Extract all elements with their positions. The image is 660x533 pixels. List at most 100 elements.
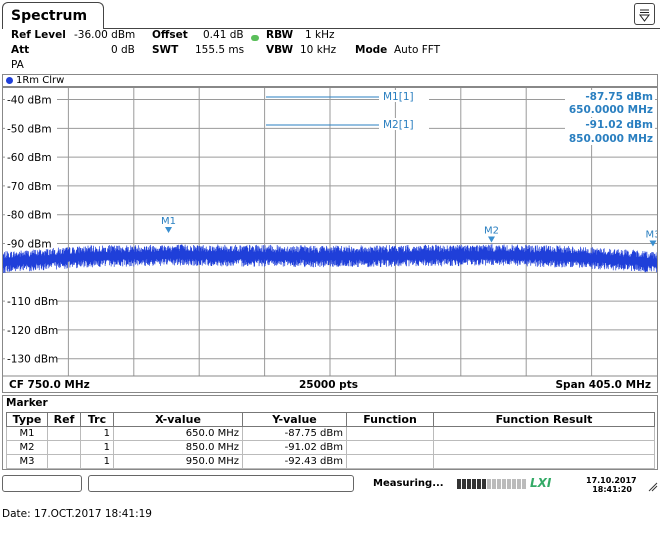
marker-table-cell — [346, 454, 434, 469]
marker-table-header: Type Ref Trc X-value Y-value Function Fu… — [6, 412, 655, 427]
marker-flag-label: M1 — [161, 216, 176, 227]
marker-table-cell: 1 — [80, 440, 114, 455]
y-tick-label: -120 dBm — [7, 325, 58, 337]
progress-segment — [497, 479, 501, 489]
progress-segment — [482, 479, 486, 489]
marker-triangle-icon — [165, 227, 173, 234]
col-type: Type — [6, 412, 48, 427]
tab-bar: Spectrum — [0, 0, 660, 29]
marker-table-cell: M1 — [6, 426, 48, 441]
y-tick-label: -60 dBm — [7, 152, 52, 164]
y-tick-label: -80 dBm — [7, 210, 52, 222]
status-led-icon — [251, 35, 259, 41]
y-tick-label: -130 dBm — [7, 354, 58, 366]
spectrum-plot[interactable]: -40 dBm -50 dBm -60 dBm -70 dBm -80 dBm -90 d… — [2, 88, 660, 392]
center-frequency-label: CF 750.0 MHz — [9, 379, 90, 391]
measurement-progress — [457, 479, 526, 489]
marker-table-cell — [433, 426, 655, 441]
marker-table-row[interactable]: M1 1 650.0 MHz -87.75 dBm — [6, 426, 655, 441]
mode-value: Auto FFT — [394, 44, 441, 56]
plot-grid — [3, 88, 657, 376]
spectrum-analyzer-screen: Spectrum Ref Level -36.00 dBm Offset 0.4… — [0, 0, 660, 496]
rbw-label: RBW — [266, 29, 294, 41]
marker-readout-frequency: 850.0000 MHz — [569, 133, 653, 145]
sweep-points-label: 25000 pts — [299, 379, 358, 391]
tab-spectrum-label: Spectrum — [11, 8, 88, 24]
progress-segment — [487, 479, 491, 489]
progress-segment — [512, 479, 516, 489]
spectrum-plot-frame: -40 dBm -50 dBm -60 dBm -70 dBm -80 dBm -90 d… — [2, 87, 660, 393]
marker-table-row[interactable]: M3 1 950.0 MHz -92.43 dBm — [6, 454, 655, 469]
col-y-value: Y-value — [242, 412, 347, 427]
span-label: Span 405.0 MHz — [555, 379, 651, 391]
ref-level-label: Ref Level — [11, 29, 66, 41]
capture-date-text: Date: 17.OCT.2017 18:41:19 — [2, 508, 152, 520]
vbw-label: VBW — [266, 44, 294, 56]
marker-table-cell — [47, 440, 81, 455]
col-x-value: X-value — [113, 412, 243, 427]
marker-table-cell — [47, 426, 81, 441]
progress-segment — [457, 479, 461, 489]
y-tick-labels: -40 dBm -50 dBm -60 dBm -70 dBm -80 dBm -90 d… — [5, 93, 58, 366]
vbw-value: 10 kHz — [300, 44, 337, 56]
menu-chevron-icon — [639, 9, 650, 22]
marker-readout-frequency: 650.0000 MHz — [569, 104, 653, 116]
progress-segment — [502, 479, 506, 489]
offset-value: 0.41 dB — [203, 29, 244, 41]
rbw-value: 1 kHz — [305, 29, 335, 41]
corner-resize-icon — [648, 482, 658, 492]
offset-label: Offset — [152, 29, 188, 41]
marker-table-cell: 850.0 MHz — [113, 440, 243, 455]
settings-panel: Ref Level -36.00 dBm Offset 0.41 dB RBW … — [0, 29, 660, 74]
col-function: Function — [346, 412, 434, 427]
marker-table-cell: 1 — [80, 426, 114, 441]
mode-label: Mode — [355, 44, 388, 56]
marker-triangle-icon — [487, 236, 495, 243]
trace-dot-icon — [6, 77, 13, 84]
marker-readout-name: M2[1] — [383, 119, 414, 131]
status-field-1[interactable] — [2, 475, 82, 492]
trace-label-bar: 1Rm Clrw — [2, 74, 658, 87]
att-value: 0 dB — [111, 44, 135, 56]
col-trc: Trc — [80, 412, 114, 427]
progress-segment — [492, 479, 496, 489]
progress-segment — [467, 479, 471, 489]
status-time: 18:41:20 — [592, 485, 632, 494]
marker-flag-label: M3 — [645, 230, 657, 241]
menu-button[interactable] — [634, 3, 655, 25]
trace-label: 1Rm Clrw — [16, 75, 65, 86]
progress-segment — [507, 479, 511, 489]
marker-table-panel: Marker Type Ref Trc X-value Y-value Func… — [2, 395, 658, 470]
measuring-status: Measuring... — [373, 478, 444, 489]
marker-table-cell — [433, 440, 655, 455]
marker-table-cell — [346, 426, 434, 441]
marker-table-cell: M2 — [6, 440, 48, 455]
ref-level-value: -36.00 dBm — [74, 29, 136, 41]
marker-table: Type Ref Trc X-value Y-value Function Fu… — [6, 412, 655, 469]
col-function-result: Function Result — [433, 412, 655, 427]
marker-table-cell: 650.0 MHz — [113, 426, 243, 441]
marker-table-cell: 950.0 MHz — [113, 454, 243, 469]
status-bar: Measuring... LXI 17.10.2017 18:41:20 — [0, 474, 660, 496]
y-tick-label: -70 dBm — [7, 181, 52, 193]
y-tick-label: -90 dBm — [7, 239, 52, 251]
marker-flag-label: M2 — [484, 225, 499, 236]
progress-segment — [462, 479, 466, 489]
tab-spectrum[interactable]: Spectrum — [2, 2, 104, 29]
status-field-2[interactable] — [88, 475, 354, 492]
pa-label: PA — [11, 59, 24, 71]
status-datetime: 17.10.2017 18:41:20 — [586, 476, 637, 494]
progress-segment — [517, 479, 521, 489]
swt-value: 155.5 ms — [195, 44, 245, 56]
marker-table-cell: -91.02 dBm — [242, 440, 347, 455]
y-tick-label: -40 dBm — [7, 95, 52, 107]
y-tick-label: -50 dBm — [7, 123, 52, 135]
marker-table-cell: -92.43 dBm — [242, 454, 347, 469]
marker-table-row[interactable]: M2 1 850.0 MHz -91.02 dBm — [6, 440, 655, 455]
swt-label: SWT — [152, 44, 179, 56]
marker-table-title: Marker — [6, 397, 48, 409]
marker-table-cell: 1 — [80, 454, 114, 469]
att-label: Att — [11, 44, 30, 56]
marker-flags: M1 M2 M3 — [161, 216, 660, 247]
progress-segment — [472, 479, 476, 489]
